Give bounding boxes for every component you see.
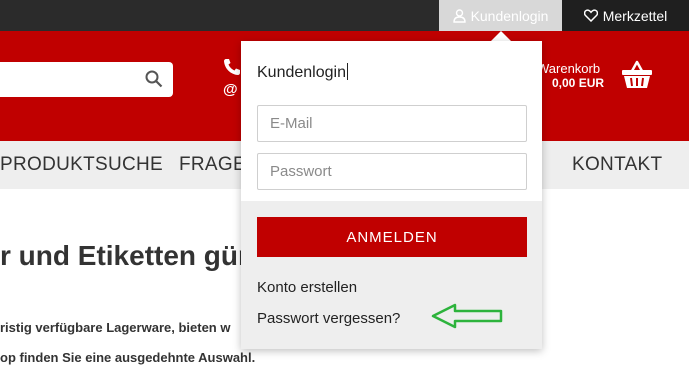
login-dropdown: Kundenlogin ANMELDEN Konto erstellen Pas… — [241, 41, 542, 349]
wishlist-button[interactable]: Merkzettel — [562, 0, 689, 31]
phone-icon[interactable] — [222, 57, 242, 77]
wishlist-label: Merkzettel — [602, 7, 668, 24]
heart-icon — [583, 9, 598, 22]
email-field[interactable] — [257, 105, 527, 142]
cart-label[interactable]: Warenkorb — [537, 61, 600, 76]
customer-login-button[interactable]: Kundenlogin — [439, 0, 562, 31]
nav-item-fragen[interactable]: FRAGE — [179, 154, 246, 176]
customer-login-label: Kundenlogin — [470, 7, 549, 24]
page-headline: r und Etiketten gün — [0, 240, 256, 271]
dropdown-caret — [491, 31, 511, 41]
create-account-link[interactable]: Konto erstellen — [257, 279, 357, 296]
login-button[interactable]: ANMELDEN — [257, 217, 527, 257]
user-icon — [452, 8, 466, 23]
email-at-icon[interactable]: @ — [223, 81, 238, 98]
nav-item-kontakt[interactable]: KONTAKT — [572, 154, 662, 176]
basket-icon[interactable] — [620, 59, 654, 91]
search-input[interactable] — [0, 62, 173, 97]
cart-total: 0,00 EUR — [552, 76, 605, 90]
top-bar: Kundenlogin Merkzettel — [0, 0, 689, 31]
forgot-password-link[interactable]: Passwort vergessen? — [257, 310, 400, 327]
login-title: Kundenlogin — [257, 63, 348, 81]
intro-text-line-1: ristig verfügbare Lagerware, bieten w — [0, 320, 231, 335]
nav-item-produktsuche[interactable]: PRODUKTSUCHE — [0, 154, 163, 176]
search-icon[interactable] — [145, 70, 163, 88]
login-actions: ANMELDEN Konto erstellen Passwort verges… — [241, 201, 542, 349]
annotation-arrow-icon — [431, 303, 503, 329]
password-field[interactable] — [257, 153, 527, 190]
intro-text-line-2: op finden Sie eine ausgedehnte Auswahl. — [0, 350, 256, 365]
